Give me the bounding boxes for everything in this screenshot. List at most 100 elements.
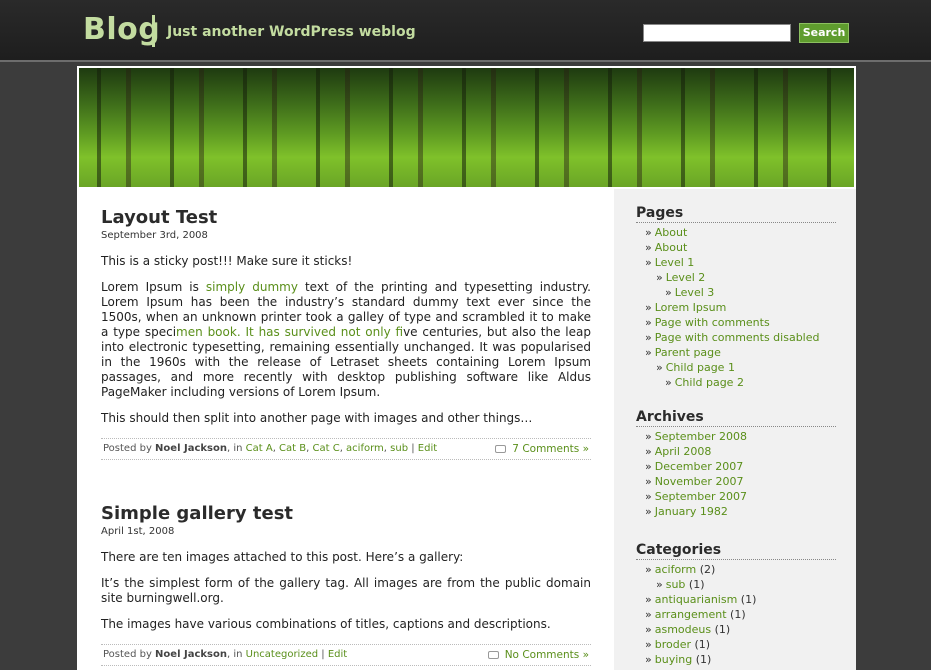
bullet-raquo-icon: » xyxy=(645,430,652,443)
bullet-raquo-icon: » xyxy=(656,361,663,374)
archive-item: » September 2007 xyxy=(636,489,836,504)
bullet-raquo-icon: » xyxy=(645,475,652,488)
sidebar: Pages » About» About» Level 1» Level 2» Level… xyxy=(614,189,856,670)
title-separator xyxy=(152,15,155,47)
post-text: Lorem Ipsum is xyxy=(101,280,206,294)
archive-item-link[interactable]: December 2007 xyxy=(655,460,744,473)
category-link[interactable]: sub xyxy=(390,443,408,454)
page-item: » Page with comments xyxy=(636,315,836,330)
post-paragraph: This should then split into another page… xyxy=(101,411,533,425)
widget-title: Pages xyxy=(636,205,836,223)
page-item: » Level 1 xyxy=(636,255,836,270)
post-paragraph: It’s the simplest form of the gallery ta… xyxy=(101,576,591,605)
page-item-link[interactable]: Lorem Ipsum xyxy=(655,301,727,314)
post-paragraph: Lorem Ipsum is simply dummy text of the … xyxy=(101,280,591,400)
page-item-link[interactable]: About xyxy=(655,226,688,239)
bullet-raquo-icon: » xyxy=(645,505,652,518)
page-item-link[interactable]: Page with comments disabled xyxy=(655,331,820,344)
header-banner xyxy=(77,66,856,189)
post-body: This is a sticky post!!! Make sure it st… xyxy=(101,254,591,426)
page-item: » Level 3 xyxy=(636,285,836,300)
post-paragraph: There are ten images attached to this po… xyxy=(101,550,464,564)
category-count: (1) xyxy=(711,623,731,636)
post-simple-gallery-test: Simple gallery test April 1st, 2008 Ther… xyxy=(101,503,591,666)
archive-item-link[interactable]: September 2007 xyxy=(655,490,747,503)
category-item-link[interactable]: aciform xyxy=(655,563,697,576)
site-header: Blog Just another WordPress weblog Searc… xyxy=(0,0,931,62)
page-item-link[interactable]: Level 2 xyxy=(666,271,706,284)
category-count: (1) xyxy=(737,593,757,606)
bullet-raquo-icon: » xyxy=(645,638,652,651)
post-body: There are ten images attached to this po… xyxy=(101,550,591,632)
inline-link-simply-dummy[interactable]: simply dummy xyxy=(206,280,298,294)
page-item-link[interactable]: Level 3 xyxy=(675,286,715,299)
page-item-link[interactable]: Child page 1 xyxy=(666,361,735,374)
forest-banner-image xyxy=(79,68,854,187)
search-button[interactable]: Search xyxy=(799,23,849,43)
post-meta: Posted by Noel Jackson, in Uncategorized… xyxy=(101,644,591,666)
archive-item-link[interactable]: April 2008 xyxy=(655,445,712,458)
archives-widget: Archives » September 2008» April 2008» Dece… xyxy=(636,409,836,519)
in-label: , in xyxy=(226,649,246,660)
category-item: » arrangement (1) xyxy=(636,607,836,622)
archive-item-link[interactable]: November 2007 xyxy=(655,475,744,488)
category-item: » aciform (2) xyxy=(636,562,836,577)
category-count: (2) xyxy=(696,563,716,576)
post-title-link[interactable]: Simple gallery test xyxy=(101,503,591,525)
category-link[interactable]: Cat A xyxy=(246,443,273,454)
page-item: » Child page 1 xyxy=(636,360,836,375)
category-item-link[interactable]: asmodeus xyxy=(655,623,711,636)
category-link[interactable]: aciform xyxy=(346,443,384,454)
widget-title: Archives xyxy=(636,409,836,427)
page-item: » About xyxy=(636,240,836,255)
bullet-raquo-icon: » xyxy=(645,331,652,344)
posted-by-label: Posted by xyxy=(103,649,156,660)
page-item-link[interactable]: Child page 2 xyxy=(675,376,744,389)
page-item-link[interactable]: About xyxy=(655,241,688,254)
category-link[interactable]: Cat B xyxy=(279,443,306,454)
archive-item-link[interactable]: September 2008 xyxy=(655,430,747,443)
search-input[interactable] xyxy=(643,24,791,42)
bullet-raquo-icon: » xyxy=(645,445,652,458)
category-item: » asmodeus (1) xyxy=(636,622,836,637)
page-item: » Lorem Ipsum xyxy=(636,300,836,315)
posted-by-label: Posted by xyxy=(103,443,156,454)
post-title-link[interactable]: Layout Test xyxy=(101,207,591,229)
category-item-link[interactable]: antiquarianism xyxy=(655,593,738,606)
page-item: » Child page 2 xyxy=(636,375,836,390)
comments-link[interactable]: No Comments » xyxy=(505,649,589,661)
in-label: , in xyxy=(226,443,246,454)
categories-widget: Categories » aciform (2)» sub (1)» antiquar… xyxy=(636,542,836,667)
inline-link-specimen[interactable]: men book. It has survived not only fi xyxy=(176,325,403,339)
category-count: (1) xyxy=(692,653,712,666)
archive-item-link[interactable]: January 1982 xyxy=(655,505,728,518)
blog-tagline: Just another WordPress weblog xyxy=(167,24,416,40)
bullet-raquo-icon: » xyxy=(645,563,652,576)
comments-link[interactable]: 7 Comments » xyxy=(512,443,589,455)
category-item-link[interactable]: arrangement xyxy=(655,608,727,621)
archive-item: » December 2007 xyxy=(636,459,836,474)
page-item-link[interactable]: Level 1 xyxy=(655,256,695,269)
page-item: » Page with comments disabled xyxy=(636,330,836,345)
archive-item: » April 2008 xyxy=(636,444,836,459)
category-link[interactable]: Uncategorized xyxy=(246,649,318,660)
pages-list: » About» About» Level 1» Level 2» Level 3» Lor… xyxy=(636,225,836,390)
category-item-link[interactable]: buying xyxy=(655,653,692,666)
page-item-link[interactable]: Page with comments xyxy=(655,316,770,329)
main-column: Layout Test September 3rd, 2008 This is … xyxy=(77,189,614,670)
bullet-raquo-icon: » xyxy=(645,608,652,621)
bullet-raquo-icon: » xyxy=(645,346,652,359)
edit-link[interactable]: Edit xyxy=(328,649,347,660)
category-item-link[interactable]: broder xyxy=(655,638,691,651)
post-date: April 1st, 2008 xyxy=(101,526,175,537)
edit-link[interactable]: Edit xyxy=(418,443,437,454)
post-date: September 3rd, 2008 xyxy=(101,230,208,241)
bullet-raquo-icon: » xyxy=(656,578,663,591)
archive-item: » January 1982 xyxy=(636,504,836,519)
bullet-raquo-icon: » xyxy=(645,593,652,606)
category-link[interactable]: Cat C xyxy=(312,443,339,454)
blog-title-link[interactable]: Blog xyxy=(83,12,160,47)
category-item: » broder (1) xyxy=(636,637,836,652)
category-item-link[interactable]: sub xyxy=(666,578,686,591)
page-item-link[interactable]: Parent page xyxy=(655,346,721,359)
